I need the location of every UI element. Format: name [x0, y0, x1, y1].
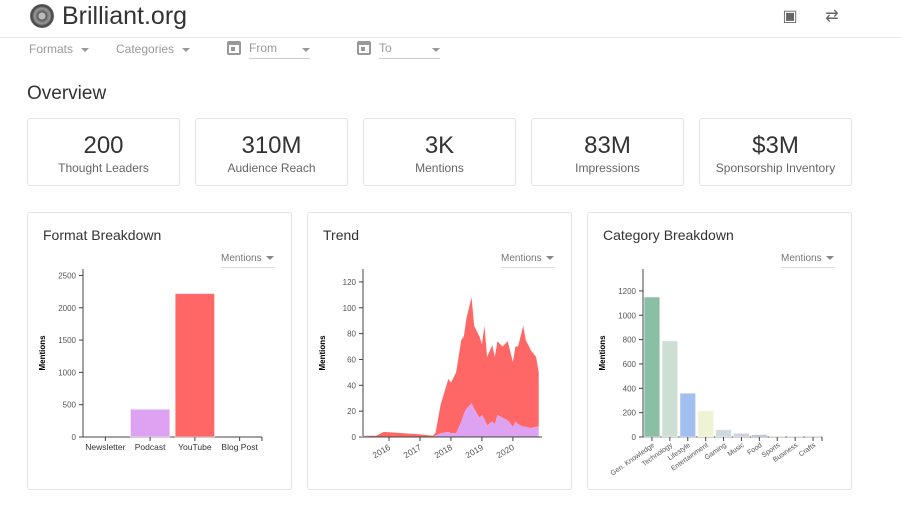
y-tick-label: 100	[343, 304, 357, 313]
bar-technology[interactable]	[661, 340, 679, 438]
x-tick-label: 2017	[402, 442, 424, 460]
bar-entertainment[interactable]	[697, 410, 715, 438]
y-axis-label: Mentions	[38, 335, 47, 371]
chevron-down-icon	[432, 48, 440, 52]
x-tick-label: Blog Post	[221, 442, 258, 452]
stat-value: 3K	[424, 132, 455, 159]
stat-card: 310M Audience Reach	[195, 118, 348, 186]
stat-value: 310M	[241, 132, 302, 159]
bar-gaming[interactable]	[715, 429, 732, 438]
area-series-1[interactable]	[360, 297, 539, 437]
stat-label: Impressions	[575, 161, 640, 175]
stat-label: Thought Leaders	[58, 161, 149, 175]
bar-youtube[interactable]	[174, 293, 216, 438]
to-placeholder: To	[379, 41, 392, 55]
y-tick-label: 1200	[618, 287, 636, 296]
y-tick-label: 1500	[58, 336, 76, 345]
bar-food[interactable]	[750, 434, 768, 438]
stat-card: 200 Thought Leaders	[27, 118, 180, 186]
category-chart-card: Category Breakdown Mentions 0 200 400 600 800 1…	[587, 212, 852, 490]
y-tick-label: 400	[623, 384, 637, 393]
chevron-down-icon	[182, 47, 191, 52]
x-tick-label: 2018	[433, 442, 455, 460]
y-tick-label: 0	[632, 433, 637, 442]
trend-chart-card: Trend Mentions 0 20 40 60 80 100 120 Mentions 2016…	[307, 212, 572, 490]
y-tick-label: 60	[347, 355, 356, 364]
format-chart-card: Format Breakdown Mentions 0 500 1000 1500 2000…	[27, 212, 292, 490]
y-tick-label: 200	[623, 409, 637, 418]
y-tick-label: 2500	[58, 271, 76, 280]
stat-card: 83M Impressions	[531, 118, 684, 186]
x-tick-label: 2016	[371, 442, 393, 460]
categories-label: Categories	[116, 42, 175, 56]
y-tick-label: 120	[343, 278, 357, 287]
y-tick-label: 1000	[58, 368, 76, 377]
y-axis-label: Mentions	[598, 335, 607, 371]
chart-svg: 0 20 40 60 80 100 120 Mentions 2016 2017 2018 2019 2…	[318, 269, 542, 460]
stat-value: 83M	[584, 132, 631, 159]
x-tick-label: 2020	[495, 442, 517, 460]
y-tick-label: 20	[347, 407, 356, 416]
bar-lifestyle[interactable]	[679, 392, 697, 438]
y-tick-label: 0	[72, 433, 77, 442]
y-tick-label: 500	[63, 401, 77, 410]
x-tick-label: Music	[727, 442, 746, 459]
from-date-input[interactable]: From	[249, 41, 310, 59]
photo-library-icon[interactable]: ▣	[780, 6, 800, 26]
y-tick-label: 2000	[58, 304, 76, 313]
overview-title: Overview	[27, 83, 107, 104]
y-tick-label: 80	[347, 330, 356, 339]
stat-label: Mentions	[415, 161, 464, 175]
stat-value: $3M	[752, 132, 799, 159]
stat-card: 3K Mentions	[363, 118, 516, 186]
categories-filter[interactable]: Categories	[116, 42, 191, 58]
y-tick-label: 0	[352, 433, 357, 442]
y-tick-label: 1000	[618, 311, 636, 320]
x-tick-label: Podcast	[135, 442, 166, 452]
y-tick-label: 800	[623, 336, 637, 345]
y-axis-label: Mentions	[318, 335, 327, 371]
from-placeholder: From	[249, 41, 277, 55]
chart-svg: 020040060080010001200MentionsGen. Knowle…	[598, 269, 823, 477]
formats-label: Formats	[29, 42, 74, 56]
x-tick-label: YouTube	[178, 442, 212, 452]
shuffle-icon[interactable]: ⇄	[822, 6, 842, 26]
to-date-input[interactable]: To	[379, 41, 440, 59]
calendar-icon[interactable]	[227, 41, 241, 55]
bar-gen-knowledge[interactable]	[643, 296, 661, 438]
x-tick-label: Crafts	[798, 442, 818, 459]
bar-podcast[interactable]	[129, 408, 171, 438]
app-title: Brilliant.org	[62, 2, 188, 30]
calendar-icon[interactable]	[357, 41, 371, 55]
y-tick-label: 40	[347, 381, 356, 390]
formats-filter[interactable]: Formats	[29, 42, 90, 58]
chevron-down-icon	[302, 48, 310, 52]
x-tick-label: 2019	[464, 442, 486, 460]
stat-label: Audience Reach	[227, 161, 316, 175]
bar-music[interactable]	[733, 432, 750, 438]
stat-label: Sponsorship Inventory	[715, 161, 836, 175]
brilliant-logo	[30, 4, 54, 28]
y-tick-label: 600	[623, 360, 637, 369]
chevron-down-icon	[81, 47, 90, 52]
x-tick-label: Newsletter	[85, 442, 125, 452]
stat-card: $3M Sponsorship Inventory	[699, 118, 852, 186]
bar-sports[interactable]	[768, 435, 786, 438]
stat-value: 200	[83, 132, 124, 159]
chart-svg: 0 500 1000 1500 2000 2500 Mentions Newsletter Po…	[38, 269, 263, 452]
